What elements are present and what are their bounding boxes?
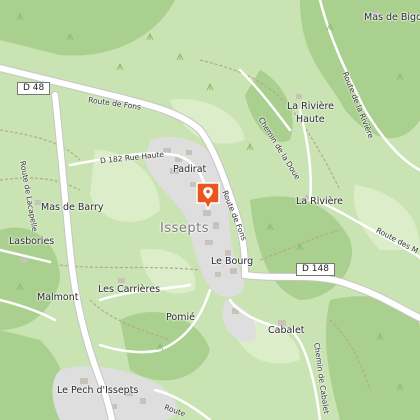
place-label-la-riviere-haute-line2: Haute <box>296 114 325 125</box>
place-label-la-riviere: La Rivière <box>296 196 344 207</box>
place-label-les-carrieres: Les Carrières <box>98 284 161 295</box>
map-pin-icon[interactable] <box>196 182 220 210</box>
map-canvas[interactable]: D 48 D 148 Route de Fons Route de Fons D… <box>0 0 420 420</box>
place-label-mas-de-bigo: Mas de Bigo <box>364 12 420 23</box>
place-label-le-pech-d-issepts: Le Pech d'Issepts <box>57 385 139 396</box>
road-shield-d148: D 148 <box>296 263 335 276</box>
place-label-malmont: Malmont <box>37 292 79 303</box>
place-label-mas-de-barry: Mas de Barry <box>41 202 104 213</box>
map-pin-shape <box>196 182 220 210</box>
place-label-lasbories: Lasbories <box>9 236 55 247</box>
place-label-pomie: Pomié <box>166 312 195 323</box>
place-label-le-bourg: Le Bourg <box>211 256 254 267</box>
place-label-padirat: Padirat <box>173 164 207 175</box>
place-label-la-riviere-haute-line1: La Rivière <box>287 101 335 112</box>
place-label-issepts: Issepts <box>160 221 209 236</box>
place-label-cabalet: Cabalet <box>268 325 305 336</box>
road-shield-d48: D 48 <box>17 82 51 95</box>
